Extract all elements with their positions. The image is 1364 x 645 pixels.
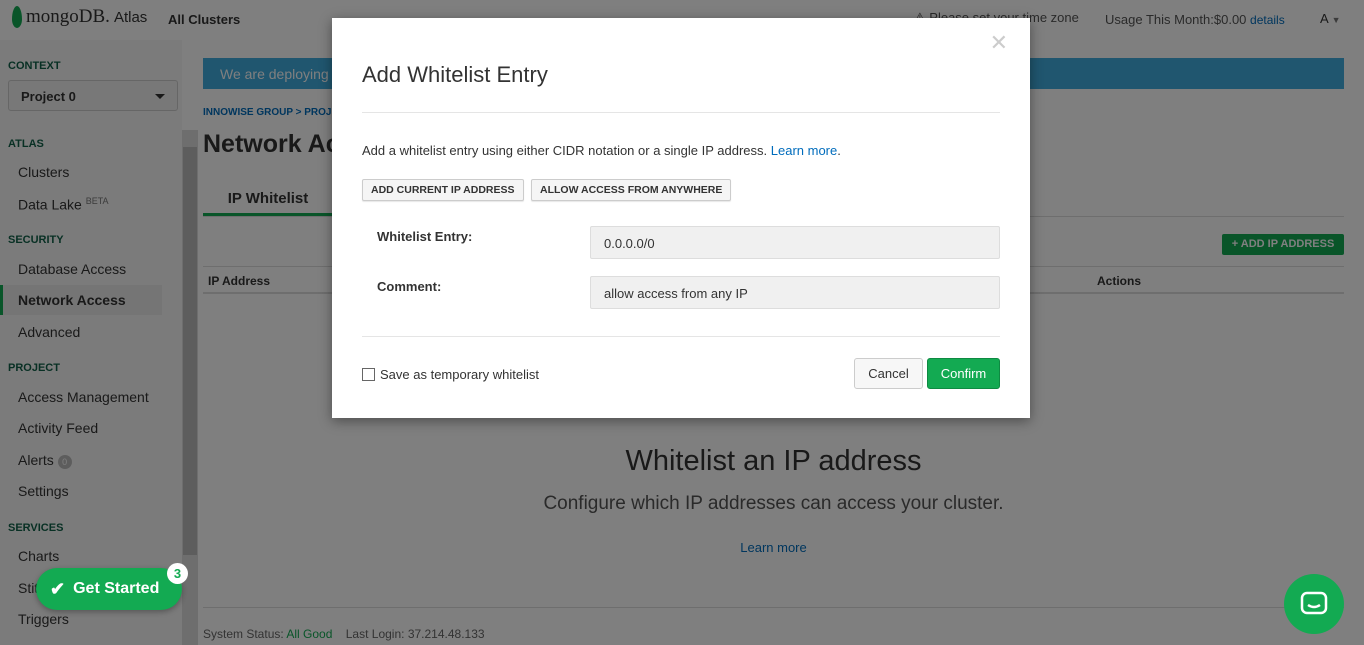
comment-label: Comment:	[377, 279, 442, 294]
get-started-badge: 3	[167, 563, 188, 584]
modal-title: Add Whitelist Entry	[362, 62, 548, 87]
divider	[362, 112, 1000, 113]
cancel-button[interactable]: Cancel	[854, 358, 923, 389]
confirm-button[interactable]: Confirm	[927, 358, 1000, 389]
divider	[362, 336, 1000, 337]
whitelist-entry-label: Whitelist Entry:	[377, 229, 473, 244]
chat-button[interactable]	[1284, 574, 1344, 634]
get-started-button[interactable]: ✔ Get Started	[36, 568, 182, 610]
add-whitelist-modal: ✕ Add Whitelist Entry Add a whitelist en…	[332, 18, 1030, 418]
checkbox[interactable]	[362, 368, 375, 381]
comment-input[interactable]: allow access from any IP	[590, 276, 1000, 309]
modal-description: Add a whitelist entry using either CIDR …	[362, 143, 841, 158]
close-icon[interactable]: ✕	[990, 30, 1008, 56]
whitelist-entry-input[interactable]: 0.0.0.0/0	[590, 226, 1000, 259]
allow-anywhere-button[interactable]: ALLOW ACCESS FROM ANYWHERE	[531, 179, 732, 201]
learn-more-link[interactable]: Learn more	[771, 143, 837, 158]
chat-icon	[1300, 591, 1328, 615]
check-circle-icon: ✔	[50, 578, 66, 599]
add-current-ip-button[interactable]: ADD CURRENT IP ADDRESS	[362, 179, 524, 201]
temporary-whitelist-checkbox[interactable]: Save as temporary whitelist	[362, 367, 539, 382]
